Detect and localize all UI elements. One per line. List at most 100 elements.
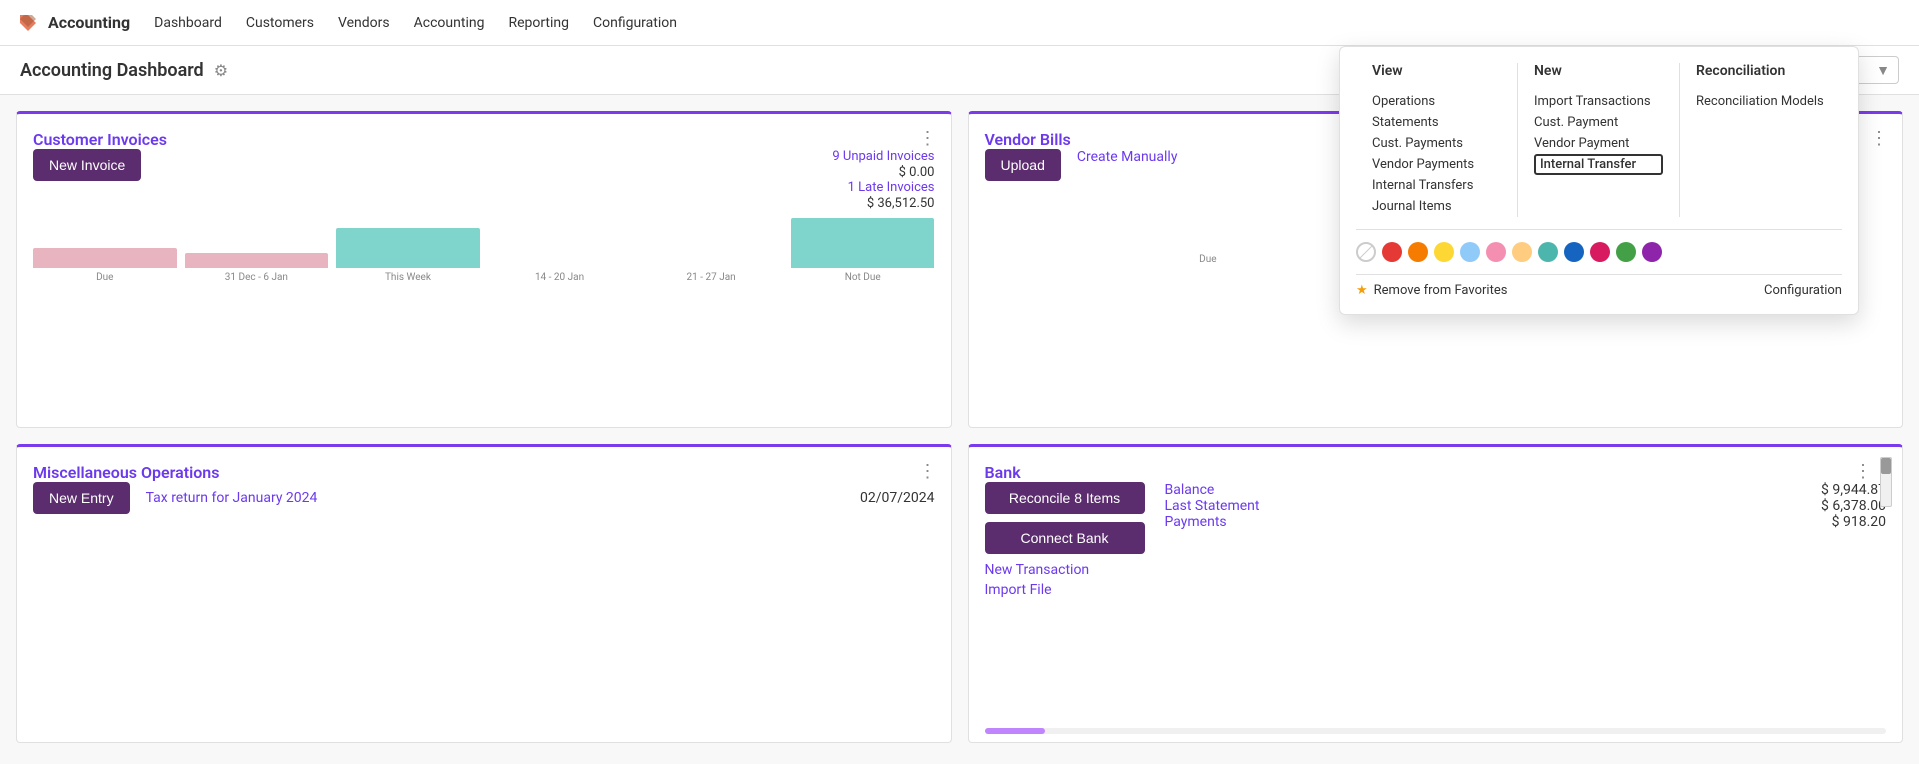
dropdown-cust-payment[interactable]: Cust. Payment (1534, 112, 1663, 133)
configuration-link[interactable]: Configuration (1764, 283, 1842, 298)
bank-scrollbar[interactable] (1880, 457, 1892, 507)
bar-this-week-label: This Week (385, 272, 431, 283)
misc-menu-icon[interactable]: ⋮ (919, 461, 937, 482)
new-entry-button[interactable]: New Entry (33, 482, 130, 514)
swatch-yellow[interactable] (1434, 242, 1454, 262)
invoice-bar-chart: Due 31 Dec - 6 Jan This Week 14 - 20 Jan… (33, 223, 935, 283)
bar-jan14-label: 14 - 20 Jan (535, 272, 584, 283)
vendor-button-area: Upload (985, 149, 1061, 181)
bar-dec-jan-bar (185, 253, 329, 268)
nav-accounting[interactable]: Accounting (414, 11, 485, 35)
tax-return-link[interactable]: Tax return for January 2024 (146, 490, 844, 506)
bank-menu-icon[interactable]: ⋮ (1854, 461, 1872, 482)
bank-payments-row: Payments $ 918.20 (1165, 514, 1887, 530)
nav-reporting[interactable]: Reporting (508, 11, 569, 35)
bank-scrollbar-thumb (1881, 458, 1891, 474)
unpaid-amount: $ 0.00 (899, 165, 935, 180)
vendor-bills-menu-icon[interactable]: ⋮ (1870, 128, 1888, 149)
late-amount: $ 36,512.50 (867, 196, 935, 211)
bar-this-week-bar (336, 228, 480, 268)
misc-operations-card: Miscellaneous Operations ⋮ New Entry Tax… (16, 444, 952, 743)
swatch-red[interactable] (1382, 242, 1402, 262)
bar-jan21-label: 21 - 27 Jan (687, 272, 736, 283)
bank-last-statement-label: Last Statement (1165, 498, 1260, 514)
nav-vendors[interactable]: Vendors (338, 11, 390, 35)
bank-last-statement-value: $ 6,378.00 (1821, 498, 1886, 514)
import-file-link[interactable]: Import File (985, 582, 1145, 598)
bank-payments-label: Payments (1165, 514, 1227, 530)
dropdown-reconciliation-col: Reconciliation Reconciliation Models (1680, 63, 1842, 217)
dropdown-menu: View Operations Statements Cust. Payment… (1339, 46, 1859, 315)
nav-dashboard[interactable]: Dashboard (154, 11, 222, 35)
swatch-purple[interactable] (1642, 242, 1662, 262)
swatch-peach[interactable] (1512, 242, 1532, 262)
swatch-light-blue[interactable] (1460, 242, 1480, 262)
remove-favorites[interactable]: ★ Remove from Favorites (1356, 283, 1507, 298)
bar-due: Due (33, 248, 177, 283)
star-icon: ★ (1356, 283, 1368, 298)
customer-invoices-body: New Invoice 9 Unpaid Invoices $ 0.00 1 L… (33, 149, 935, 211)
bar-due-label: Due (96, 272, 113, 283)
favorites-row: ★ Remove from Favorites Configuration (1356, 274, 1842, 298)
bar-due-bar (33, 248, 177, 268)
swatch-dark-blue[interactable] (1564, 242, 1584, 262)
dropdown-vendor-payments[interactable]: Vendor Payments (1372, 154, 1501, 175)
nav-customers[interactable]: Customers (246, 11, 314, 35)
bar-not-due-label: Not Due (845, 272, 881, 283)
bar-jan21: 21 - 27 Jan (639, 268, 783, 283)
dropdown-reconciliation-models[interactable]: Reconciliation Models (1696, 91, 1826, 112)
customer-invoices-title: Customer Invoices (33, 130, 167, 149)
dropdown-operations[interactable]: Operations (1372, 91, 1501, 112)
dropdown-view-title: View (1372, 63, 1501, 79)
vbar-due-label: Due (1199, 254, 1216, 265)
gear-icon[interactable]: ⚙ (214, 61, 228, 80)
bank-horizontal-scrollbar[interactable] (985, 728, 1887, 734)
dropdown-statements[interactable]: Statements (1372, 112, 1501, 133)
unpaid-invoices-link[interactable]: 9 Unpaid Invoices (832, 149, 934, 164)
customer-invoices-menu-icon[interactable]: ⋮ (919, 128, 937, 149)
dropdown-internal-transfers[interactable]: Internal Transfers (1372, 175, 1501, 196)
bar-dec-jan: 31 Dec - 6 Jan (185, 253, 329, 283)
bank-stats: Balance $ 9,944.87 Last Statement $ 6,37… (1165, 482, 1887, 598)
dropdown-journal-items[interactable]: Journal Items (1372, 196, 1501, 217)
dropdown-new-col: New Import Transactions Cust. Payment Ve… (1518, 63, 1680, 217)
dropdown-internal-transfer[interactable]: Internal Transfer (1534, 154, 1663, 175)
search-dropdown-icon[interactable]: ▼ (1876, 62, 1890, 79)
vendor-bills-title: Vendor Bills (985, 130, 1071, 149)
new-transaction-link[interactable]: New Transaction (985, 562, 1145, 578)
dropdown-cust-payments[interactable]: Cust. Payments (1372, 133, 1501, 154)
swatch-orange[interactable] (1408, 242, 1428, 262)
dropdown-vendor-payment[interactable]: Vendor Payment (1534, 133, 1663, 154)
reconcile-button[interactable]: Reconcile 8 Items (985, 482, 1145, 514)
swatch-magenta[interactable] (1590, 242, 1610, 262)
bank-horizontal-scrollbar-thumb (985, 728, 1045, 734)
bank-secondary-links: New Transaction Import File (985, 562, 1145, 598)
bank-primary-actions: Reconcile 8 Items Connect Bank (985, 482, 1145, 554)
create-manually-link[interactable]: Create Manually (1077, 149, 1178, 165)
color-swatches (1356, 229, 1842, 262)
new-invoice-button[interactable]: New Invoice (33, 149, 141, 181)
swatch-pink[interactable] (1486, 242, 1506, 262)
connect-bank-button[interactable]: Connect Bank (985, 522, 1145, 554)
dropdown-reconciliation-title: Reconciliation (1696, 63, 1826, 79)
nav-configuration[interactable]: Configuration (593, 11, 677, 35)
bank-last-statement-row: Last Statement $ 6,378.00 (1165, 498, 1887, 514)
bar-not-due: Not Due (791, 218, 935, 283)
bank-balance-value: $ 9,944.87 (1821, 482, 1886, 498)
late-invoices-link[interactable]: 1 Late Invoices (832, 180, 934, 195)
swatch-green[interactable] (1616, 242, 1636, 262)
swatch-teal[interactable] (1538, 242, 1558, 262)
tax-return-date: 02/07/2024 (860, 490, 935, 506)
app-name: Accounting (48, 13, 130, 32)
logo-icon (16, 11, 40, 35)
dropdown-import-transactions[interactable]: Import Transactions (1534, 91, 1663, 112)
page-title: Accounting Dashboard (20, 60, 204, 81)
bar-dec-jan-label: 31 Dec - 6 Jan (225, 272, 288, 283)
swatch-none[interactable] (1356, 242, 1376, 262)
app-logo[interactable]: Accounting (16, 11, 130, 35)
bar-not-due-bar (791, 218, 935, 268)
customer-invoices-card: Customer Invoices ⋮ New Invoice 9 Unpaid… (16, 111, 952, 428)
upload-button[interactable]: Upload (985, 149, 1061, 181)
bank-card: Bank ⋮ Reconcile 8 Items Connect Bank Ne… (968, 444, 1904, 743)
bank-balance-row: Balance $ 9,944.87 (1165, 482, 1887, 498)
